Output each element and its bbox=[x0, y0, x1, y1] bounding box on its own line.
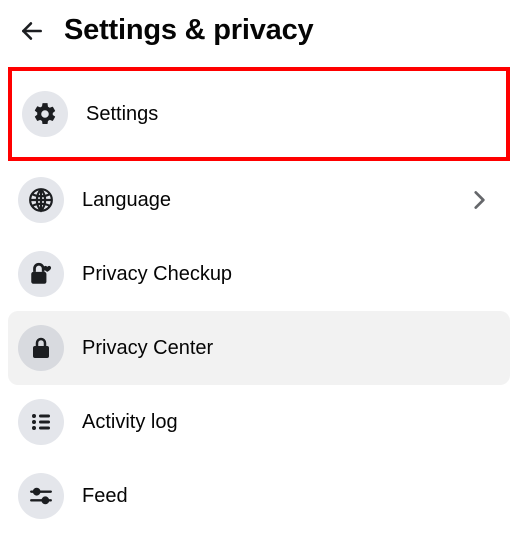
globe-icon bbox=[28, 187, 54, 213]
menu-item-label: Privacy Center bbox=[82, 337, 500, 360]
gear-icon bbox=[32, 101, 58, 127]
menu-item-label: Activity log bbox=[82, 411, 500, 434]
menu-item-feed[interactable]: Feed bbox=[8, 459, 510, 533]
icon-wrap bbox=[18, 251, 64, 297]
menu-item-label: Language bbox=[82, 189, 448, 212]
icon-wrap bbox=[18, 325, 64, 371]
arrow-left-icon bbox=[19, 18, 45, 44]
lock-heart-icon bbox=[28, 261, 54, 287]
page-title: Settings & privacy bbox=[64, 14, 313, 47]
icon-wrap bbox=[22, 91, 68, 137]
icon-wrap bbox=[18, 177, 64, 223]
menu-item-label: Settings bbox=[86, 103, 496, 126]
menu-item-label: Feed bbox=[82, 485, 500, 508]
menu-item-language[interactable]: Language bbox=[8, 163, 510, 237]
menu-item-label: Privacy Checkup bbox=[82, 263, 500, 286]
back-button[interactable] bbox=[18, 17, 46, 45]
icon-wrap bbox=[18, 399, 64, 445]
lock-icon bbox=[29, 336, 53, 360]
menu-item-privacy-checkup[interactable]: Privacy Checkup bbox=[8, 237, 510, 311]
list-icon bbox=[29, 410, 53, 434]
menu-item-privacy-center[interactable]: Privacy Center bbox=[8, 311, 510, 385]
menu-item-activity-log[interactable]: Activity log bbox=[8, 385, 510, 459]
menu-list: Settings Language Privacy bbox=[0, 67, 518, 533]
menu-item-settings[interactable]: Settings bbox=[8, 67, 510, 161]
sliders-icon bbox=[28, 483, 54, 509]
icon-wrap bbox=[18, 473, 64, 519]
chevron-right-icon bbox=[466, 187, 492, 213]
header: Settings & privacy bbox=[0, 0, 518, 65]
